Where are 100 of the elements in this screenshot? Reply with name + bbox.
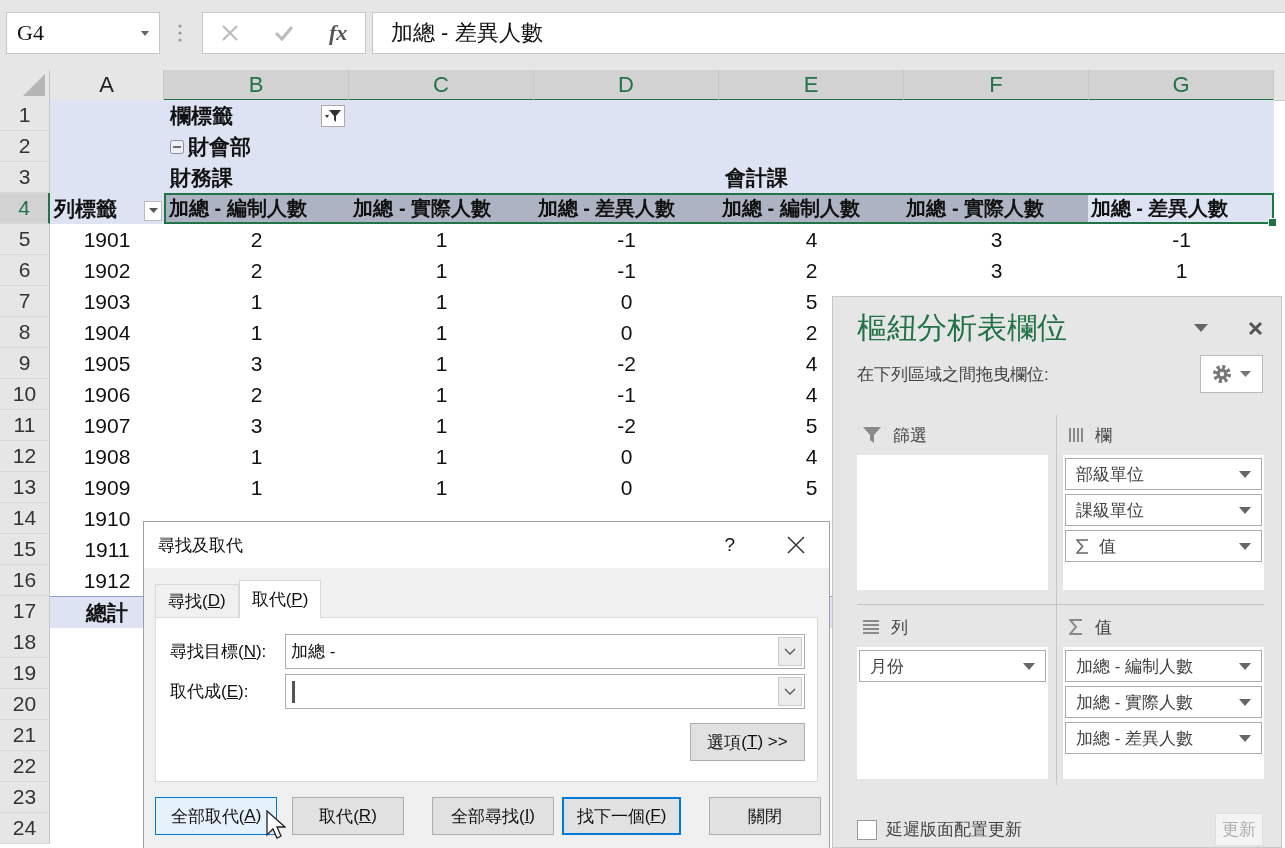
table-cell: 2 [805, 320, 818, 345]
row-header[interactable]: 9 [0, 348, 50, 379]
table-cell: 1 [435, 444, 448, 469]
dialog-button[interactable]: 全部取代(A) [155, 797, 277, 835]
row-header[interactable]: 22 [0, 751, 50, 782]
field-dropdown[interactable]: 課級單位 [1065, 494, 1262, 526]
close-icon[interactable] [1248, 320, 1263, 336]
fill-handle[interactable] [1268, 218, 1277, 227]
name-box[interactable]: G4 [6, 12, 160, 54]
input-field[interactable] [285, 674, 805, 709]
row-header[interactable]: 21 [0, 720, 50, 751]
field-dropdown[interactable]: 值 [1065, 530, 1262, 562]
row-header[interactable]: 2 [0, 131, 50, 162]
row-header[interactable]: 17 [0, 596, 50, 628]
table-cell: 1 [250, 289, 263, 314]
check-icon[interactable] [273, 25, 294, 41]
field-dropdown[interactable]: 月份 [859, 650, 1046, 682]
row-labels-heading: 列標籤 [54, 195, 117, 222]
help-button[interactable]: ? [724, 534, 735, 556]
table-cell: 0 [620, 320, 633, 345]
funnel-icon [325, 108, 341, 123]
triangle-icon [23, 74, 45, 96]
tools-button[interactable] [1200, 355, 1263, 393]
area-label: 欄 [1095, 424, 1112, 447]
table-header-cell[interactable]: 加總 - 編制人數 [719, 195, 904, 222]
column-header[interactable]: D [534, 70, 719, 101]
dialog-button[interactable]: 取代(R) [292, 797, 404, 835]
table-cell: 4 [805, 351, 818, 376]
mouse-pointer-icon [266, 810, 286, 840]
column-header[interactable]: B [164, 70, 349, 101]
row-header[interactable]: 13 [0, 472, 50, 503]
dialog-button[interactable]: 關閉 [709, 797, 821, 835]
dialog-button[interactable]: 全部尋找(I) [432, 797, 554, 835]
row-header[interactable]: 10 [0, 379, 50, 410]
column-header[interactable]: C [349, 70, 534, 101]
formula-field[interactable]: 加總 - 差異人數 [372, 12, 1285, 54]
table-cell: 1905 [83, 351, 131, 376]
close-icon[interactable] [787, 536, 805, 554]
caret-icon [141, 30, 149, 36]
row-header[interactable]: 14 [0, 503, 50, 534]
table-cell: 1911 [84, 537, 130, 562]
dialog-button[interactable]: 找下一個(F) [562, 797, 681, 835]
row-header[interactable]: 20 [0, 689, 50, 720]
column-header[interactable]: G [1089, 70, 1274, 101]
insert-function-button[interactable]: fx [329, 20, 348, 46]
row-header[interactable]: 4 [0, 193, 50, 224]
tab[interactable]: 尋找(D) [155, 584, 239, 617]
checkbox[interactable] [857, 819, 877, 840]
checkbox-label: 延遲版面配置更新 [886, 819, 1023, 841]
row-header[interactable]: 15 [0, 534, 50, 565]
group-label: 財務課 [168, 164, 234, 191]
column-header[interactable]: E [719, 70, 904, 101]
table-cell: 1 [435, 289, 448, 314]
sigma-icon [1069, 619, 1083, 635]
field-dropdown[interactable]: 加總 - 編制人數 [1065, 650, 1262, 682]
table-cell: 0 [620, 475, 633, 500]
row-header[interactable]: 7 [0, 286, 50, 317]
column-header[interactable]: F [904, 70, 1089, 101]
table-cell: 5 [805, 413, 818, 438]
table-cell: 1 [250, 444, 263, 469]
caret-icon [1240, 371, 1251, 377]
caret-icon[interactable] [1194, 324, 1208, 332]
table-header-cell[interactable]: 加總 - 差異人數 [534, 195, 719, 222]
filter-button[interactable] [321, 104, 345, 127]
row-header[interactable]: 5 [0, 224, 50, 255]
group-label: 財會部 [188, 133, 251, 160]
row-header[interactable]: 11 [0, 410, 50, 441]
tab[interactable]: 取代(P) [238, 580, 322, 618]
row-header[interactable]: 6 [0, 255, 50, 286]
row-header[interactable]: 18 [0, 627, 50, 658]
row-header[interactable]: 12 [0, 441, 50, 472]
table-cell: 1906 [83, 382, 131, 407]
field-dropdown[interactable]: 加總 - 差異人數 [1065, 722, 1262, 754]
table-cell: 1 [1175, 258, 1188, 283]
row-header[interactable]: 3 [0, 162, 50, 193]
table-cell: -2 [617, 351, 636, 376]
table-header-cell[interactable]: 加總 - 實際人數 [903, 195, 1088, 222]
caret-icon [1239, 542, 1251, 550]
table-cell: -1 [1172, 227, 1191, 252]
table-cell: 1910 [83, 506, 131, 531]
columns-icon [1069, 428, 1083, 442]
row-header[interactable]: 24 [0, 813, 50, 844]
row-header[interactable]: 23 [0, 782, 50, 813]
table-cell-text: 總計 [86, 599, 128, 626]
row-header[interactable]: 1 [0, 100, 50, 131]
field-dropdown[interactable]: 加總 - 實際人數 [1065, 686, 1262, 718]
options-button[interactable]: 選項(T) >> [690, 723, 805, 761]
field-dropdown[interactable]: 部級單位 [1065, 458, 1262, 490]
row-header[interactable]: 16 [0, 565, 50, 596]
table-header-cell[interactable]: 加總 - 實際人數 [350, 195, 535, 222]
filter-dropdown-button[interactable] [144, 200, 162, 221]
chevron-icon [784, 648, 796, 655]
panel-title: 樞紐分析表欄位 [857, 309, 1068, 346]
table-header-cell[interactable]: 加總 - 編制人數 [166, 195, 351, 222]
table-cell: 1903 [83, 289, 131, 314]
table-cell: 4 [805, 227, 818, 252]
collapse-icon[interactable] [170, 139, 184, 154]
input-field[interactable]: 加總 - [285, 634, 805, 669]
row-header[interactable]: 19 [0, 658, 50, 689]
row-header[interactable]: 8 [0, 317, 50, 348]
